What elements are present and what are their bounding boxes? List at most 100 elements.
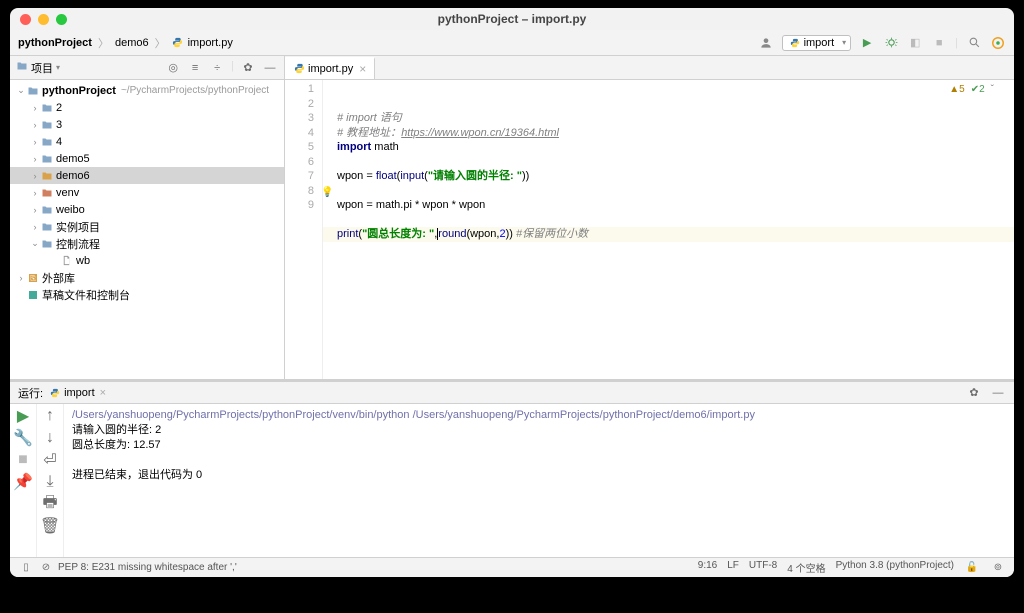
settings-icon[interactable]: ✿	[966, 385, 982, 401]
tree-item[interactable]: ›3	[10, 116, 284, 133]
code-with-me-button[interactable]	[990, 35, 1006, 51]
breadcrumb-file[interactable]: import.py	[188, 37, 233, 49]
code-line[interactable]	[337, 213, 1014, 228]
window-title: pythonProject – import.py	[438, 12, 587, 26]
warning-indicator[interactable]: ▲5	[949, 84, 964, 95]
code-editor[interactable]: 123456789 # import 语句# 教程地址：https://www.…	[285, 80, 1014, 379]
tree-item[interactable]: ›⎘外部库	[10, 269, 284, 286]
tree-item-label: weibo	[56, 204, 85, 216]
window-controls	[20, 14, 67, 25]
folder-icon	[40, 152, 53, 165]
console-output[interactable]: /Users/yanshuopeng/PycharmProjects/pytho…	[64, 404, 1014, 557]
editor-annotations[interactable]: ▲5 ✔2 ˇ	[949, 84, 994, 95]
close-tab-icon[interactable]: ×	[359, 62, 366, 76]
console-path: /Users/yanshuopeng/PycharmProjects/pytho…	[72, 408, 1006, 423]
sidebar-title: 项目	[31, 60, 53, 76]
code-line[interactable]: # import 语句	[337, 111, 1014, 126]
tree-item-label: 4	[56, 136, 62, 148]
problems-icon[interactable]: ⊘	[38, 560, 54, 576]
tree-item[interactable]: ›实例项目	[10, 218, 284, 235]
modify-run-config-button[interactable]: 🔧	[15, 430, 31, 446]
file-encoding[interactable]: UTF-8	[749, 560, 777, 576]
maximize-window-button[interactable]	[56, 14, 67, 25]
python-interpreter[interactable]: Python 3.8 (pythonProject)	[836, 560, 954, 576]
tree-item[interactable]: ›venv	[10, 184, 284, 201]
run-button[interactable]: ▶	[859, 35, 875, 51]
code-line[interactable]: wpon = float(input("请输入圆的半径: "))	[337, 169, 1014, 184]
code-line[interactable]: # 教程地址：https://www.wpon.cn/19364.html	[337, 126, 1014, 141]
breadcrumb-folder[interactable]: demo6	[115, 37, 149, 49]
coverage-button[interactable]: ◧	[907, 35, 923, 51]
code-content[interactable]: # import 语句# 教程地址：https://www.wpon.cn/19…	[323, 80, 1014, 379]
code-line[interactable]: wpon = math.pi * wpon * wpon	[337, 198, 1014, 213]
svg-text:⎘: ⎘	[30, 274, 36, 282]
expand-all-icon[interactable]: ≡	[187, 60, 203, 76]
scroll-to-source-icon[interactable]: ◎	[165, 60, 181, 76]
python-file-icon	[49, 387, 61, 399]
code-line[interactable]	[337, 155, 1014, 170]
editor-tab-bar: import.py ×	[285, 56, 1014, 80]
line-separator[interactable]: LF	[727, 560, 739, 576]
clear-all-button[interactable]: 🗑	[42, 518, 58, 534]
tree-item[interactable]: 草稿文件和控制台	[10, 286, 284, 303]
breadcrumb-project[interactable]: pythonProject	[18, 37, 92, 49]
soft-wrap-button[interactable]: ⏎	[42, 452, 58, 468]
tree-item-label: wb	[76, 255, 90, 267]
tree-root[interactable]: ⌄ pythonProject ~/PycharmProjects/python…	[10, 82, 284, 99]
run-panel-title: 运行:	[18, 385, 43, 401]
debug-button[interactable]	[883, 35, 899, 51]
main-area: 项目 ▾ ◎ ≡ ÷ | ✿ — ⌄ pythonProject ~/Pycha…	[10, 56, 1014, 379]
user-icon[interactable]	[758, 35, 774, 51]
caret-position[interactable]: 9:16	[698, 560, 717, 576]
tree-item[interactable]: ›demo6	[10, 167, 284, 184]
ok-indicator[interactable]: ✔2	[971, 84, 985, 95]
hide-panel-icon[interactable]: —	[262, 60, 278, 76]
pin-tab-button[interactable]: 📌	[15, 474, 31, 490]
tab-name: import.py	[308, 63, 353, 75]
editor-tab[interactable]: import.py ×	[285, 57, 375, 79]
collapse-all-icon[interactable]: ÷	[209, 60, 225, 76]
console-exit: 进程已结束，退出代码为 0	[72, 468, 1006, 483]
crosshair-icon[interactable]: ⊚	[990, 560, 1006, 576]
tree-item[interactable]: wb	[10, 252, 284, 269]
tree-item[interactable]: ›2	[10, 99, 284, 116]
code-line[interactable]: print("圆总长度为: ",round(wpon,2)) #保留两位小数	[323, 227, 1014, 242]
ext-icon: ⎘	[26, 271, 39, 284]
tree-item[interactable]: ›demo5	[10, 150, 284, 167]
status-message[interactable]: PEP 8: E231 missing whitespace after ','	[58, 562, 237, 573]
status-bar: ▯ ⊘ PEP 8: E231 missing whitespace after…	[10, 557, 1014, 577]
search-everywhere-button[interactable]	[966, 35, 982, 51]
tree-item-label: 2	[56, 102, 62, 114]
run-panel: 运行: import × ✿ — ▶ 🔧 ■ 📌 ↑ ↓	[10, 379, 1014, 557]
run-panel-tab[interactable]: import ×	[49, 387, 106, 399]
up-button[interactable]: ↑	[42, 408, 58, 424]
run-configuration-selector[interactable]: import	[782, 35, 852, 51]
tool-windows-icon[interactable]: ▯	[18, 560, 34, 576]
breadcrumb[interactable]: pythonProject 〉 demo6 〉 import.py	[18, 35, 233, 51]
stop-button[interactable]: ■	[931, 35, 947, 51]
code-line[interactable]: import math	[337, 140, 1014, 155]
hide-panel-icon[interactable]: —	[990, 385, 1006, 401]
python-file-icon	[789, 37, 801, 49]
settings-icon[interactable]: ✿	[240, 60, 256, 76]
print-button[interactable]: 🖶	[42, 496, 58, 512]
close-window-button[interactable]	[20, 14, 31, 25]
project-tree[interactable]: ⌄ pythonProject ~/PycharmProjects/python…	[10, 80, 284, 379]
folder-icon	[40, 135, 53, 148]
tree-item[interactable]: ›4	[10, 133, 284, 150]
scroll-to-end-button[interactable]: ⤓	[42, 474, 58, 490]
minimize-window-button[interactable]	[38, 14, 49, 25]
folder-lib-icon	[40, 186, 53, 199]
indent-setting[interactable]: 4 个空格	[787, 560, 825, 576]
run-panel-toolbar-right: ↑ ↓ ⏎ ⤓ 🖶 🗑	[37, 404, 64, 557]
stop-button[interactable]: ■	[15, 452, 31, 468]
intention-bulb-icon[interactable]: 💡	[321, 187, 333, 198]
down-button[interactable]: ↓	[42, 430, 58, 446]
tree-item[interactable]: ›weibo	[10, 201, 284, 218]
rerun-button[interactable]: ▶	[15, 408, 31, 424]
console-line: 请输入圆的半径: 2	[72, 423, 1006, 438]
code-line[interactable]	[337, 184, 1014, 199]
readonly-lock-icon[interactable]: 🔓	[964, 560, 980, 576]
breadcrumb-separator: 〉	[155, 35, 166, 51]
tree-item[interactable]: ⌄控制流程	[10, 235, 284, 252]
